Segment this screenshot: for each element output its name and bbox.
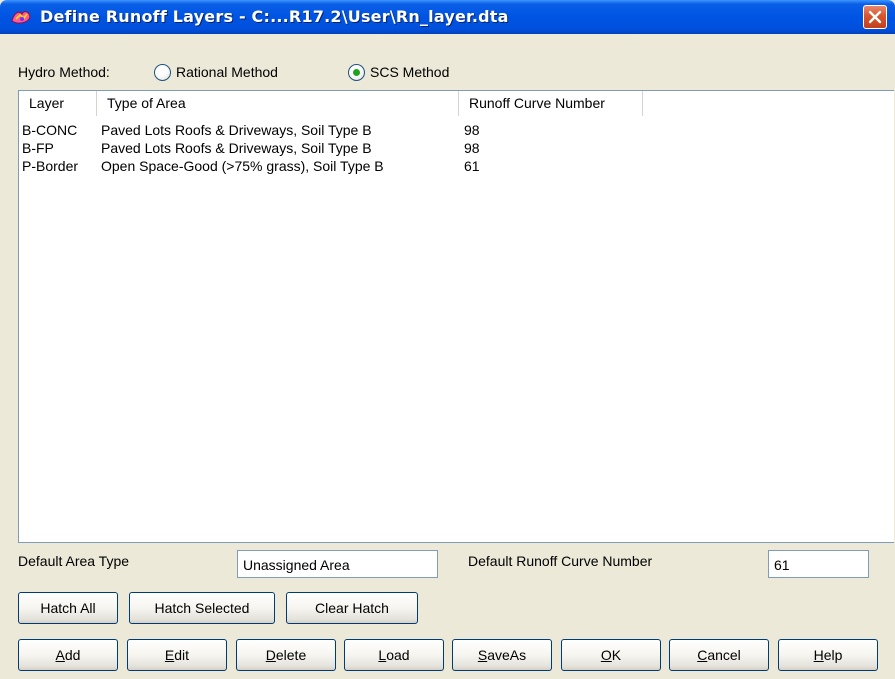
help-button-label: elp (823, 647, 843, 663)
column-header-runoff-curve-number[interactable]: Runoff Curve Number (459, 91, 643, 116)
cell-layer: P-Border (22, 158, 79, 174)
cell-curve-number: 61 (464, 158, 480, 174)
add-button-accel: A (55, 647, 65, 663)
delete-button-label: elete (275, 647, 307, 663)
ok-button[interactable]: OK (561, 639, 661, 671)
ok-button-label: K (611, 647, 622, 663)
ok-button-accel: O (600, 647, 612, 663)
rational-method-label[interactable]: Rational Method (176, 64, 278, 80)
help-button-accel: H (813, 647, 824, 663)
column-header-layer[interactable]: Layer (19, 91, 97, 116)
edit-button-label: dit (174, 647, 190, 663)
cell-type-of-area: Paved Lots Roofs & Driveways, Soil Type … (101, 122, 372, 138)
cell-type-of-area: Open Space-Good (>75% grass), Soil Type … (101, 158, 384, 174)
load-button[interactable]: Load (344, 639, 444, 671)
cancel-button-label: ancel (707, 647, 741, 663)
clear-hatch-button[interactable]: Clear Hatch (286, 592, 418, 624)
saveas-button-accel: S (477, 647, 488, 663)
list-header: Layer Type of Area Runoff Curve Number (19, 91, 894, 116)
edit-button-accel: E (164, 647, 175, 663)
add-button[interactable]: Add (18, 639, 118, 671)
delete-button[interactable]: Delete (236, 639, 336, 671)
scs-method-label[interactable]: SCS Method (370, 64, 449, 80)
window-title: Define Runoff Layers - C:...R17.2\User\R… (40, 7, 509, 26)
hydro-method-label: Hydro Method: (18, 64, 110, 80)
cell-curve-number: 98 (464, 140, 480, 156)
title-bar[interactable]: Define Runoff Layers - C:...R17.2\User\R… (0, 0, 895, 34)
rational-method-radio[interactable] (154, 64, 171, 81)
runoff-layers-list[interactable]: Layer Type of Area Runoff Curve Number B… (18, 90, 894, 543)
default-area-type-label: Default Area Type (18, 553, 130, 569)
hatch-selected-button[interactable]: Hatch Selected (129, 592, 275, 624)
saveas-button-label: aveAs (487, 647, 527, 663)
app-icon (10, 7, 32, 27)
load-button-label: oad (386, 647, 410, 663)
default-curve-number-field[interactable]: 61 (768, 550, 869, 578)
cancel-button[interactable]: Cancel (669, 639, 769, 671)
default-curve-number-label: Default Runoff Curve Number (468, 553, 653, 569)
edit-button[interactable]: Edit (127, 639, 227, 671)
cancel-button-accel: C (697, 647, 708, 663)
help-button[interactable]: Help (778, 639, 878, 671)
table-row[interactable]: P-Border Open Space-Good (>75% grass), S… (19, 157, 894, 175)
close-button[interactable] (863, 5, 887, 29)
scs-method-radio[interactable] (348, 64, 365, 81)
delete-button-accel: D (265, 647, 276, 663)
cell-type-of-area: Paved Lots Roofs & Driveways, Soil Type … (101, 140, 372, 156)
saveas-button[interactable]: SaveAs (452, 639, 552, 671)
cell-layer: B-FP (22, 140, 54, 156)
add-button-label: dd (64, 647, 81, 663)
table-row[interactable]: B-CONC Paved Lots Roofs & Driveways, Soi… (19, 121, 894, 139)
cell-layer: B-CONC (22, 122, 78, 138)
column-header-type-of-area[interactable]: Type of Area (97, 91, 459, 116)
cell-curve-number: 98 (464, 122, 480, 138)
default-area-type-field[interactable]: Unassigned Area (237, 550, 438, 578)
hatch-all-button[interactable]: Hatch All (18, 592, 118, 624)
define-runoff-layers-dialog: Define Runoff Layers - C:...R17.2\User\R… (0, 0, 895, 679)
table-row[interactable]: B-FP Paved Lots Roofs & Driveways, Soil … (19, 139, 894, 157)
